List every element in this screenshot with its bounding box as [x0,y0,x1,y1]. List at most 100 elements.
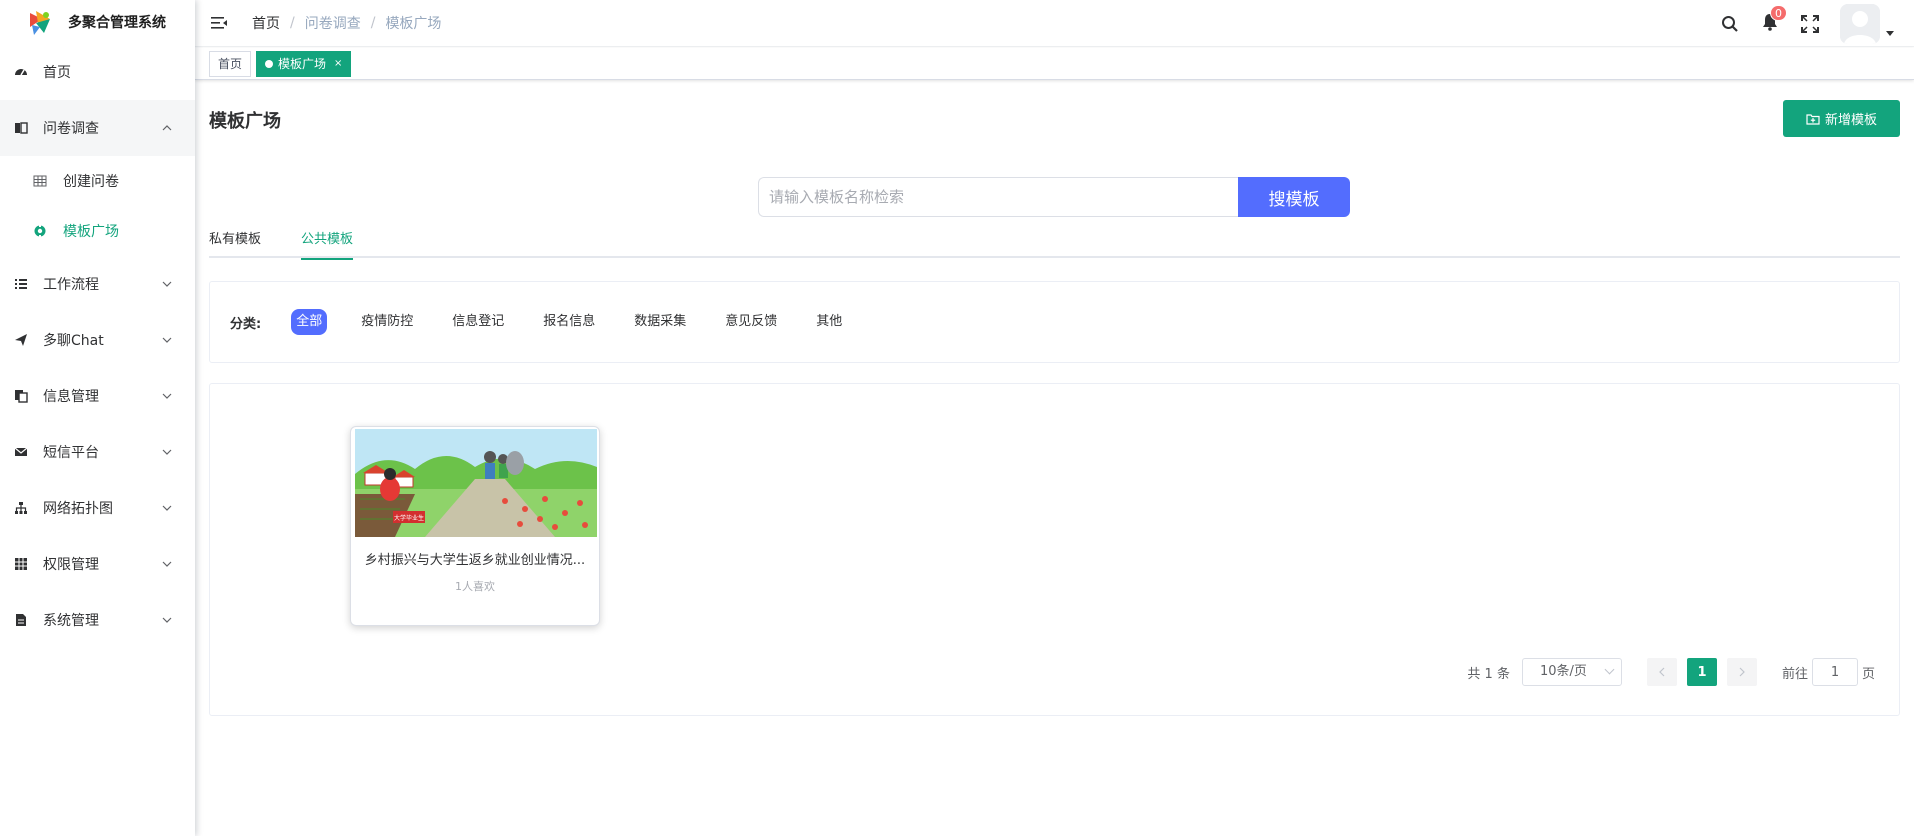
sidebar-item-label: 系统管理 [43,613,99,629]
survey-icon [13,120,29,136]
list-icon [13,276,29,292]
category-filter: 分类: 全部 疫情防控 信息登记 报名信息 数据采集 意见反馈 其他 [209,281,1900,363]
dashboard-icon [13,64,29,80]
logo-icon [26,7,56,37]
sidebar: 多聚合管理系统 首页 问卷调查 创建问卷 模板广场 工作流程 多聊Chat 信息… [0,0,195,836]
tab-public-templates[interactable]: 公共模板 [301,226,354,260]
add-template-button[interactable]: 新增模板 [1783,100,1900,137]
sidebar-item-label: 工作流程 [43,277,99,293]
avatar[interactable] [1840,3,1880,44]
tag-template-square[interactable]: 模板广场 × [256,50,352,77]
gear-icon [33,224,47,238]
chevron-right-icon [1739,667,1745,677]
template-list-panel: 大学毕业生 乡村振兴与大学生返乡就业创业情况... 1人喜欢 共 1 条 10条… [209,383,1900,716]
sidebar-item-workflow[interactable]: 工作流程 [0,256,195,312]
notification-bell[interactable]: 0 [1760,4,1787,34]
chevron-down-icon [161,502,173,514]
sidebar-item-create-survey[interactable]: 创建问卷 [0,156,195,206]
category-data-collection[interactable]: 数据采集 [629,309,691,335]
sidebar-item-label: 多聊Chat [43,333,104,349]
breadcrumb-separator: / [370,15,376,31]
breadcrumb-home[interactable]: 首页 [252,13,280,33]
sidebar-item-label: 首页 [43,65,71,81]
sidebar-item-label: 网络拓扑图 [43,501,113,517]
header-actions: 0 [1720,0,1914,47]
sidebar-item-label: 信息管理 [43,389,99,405]
page-size-select[interactable]: 10条/页 [1521,658,1622,686]
copy-icon [13,388,29,404]
sidebar-item-home[interactable]: 首页 [0,44,195,100]
sidebar-item-info-management[interactable]: 信息管理 [0,368,195,424]
page-title: 模板广场 [209,111,281,132]
template-thumbnail: 大学毕业生 [355,429,597,537]
sidebar-item-label: 创建问卷 [63,174,119,190]
send-icon [13,332,29,348]
tag-label: 模板广场 [278,56,327,71]
template-tabs: 私有模板 公共模板 [209,226,1900,260]
active-dot-icon [265,59,274,68]
sidebar-item-label: 问卷调查 [43,121,99,137]
page-number-current[interactable]: 1 [1686,658,1717,686]
tags-view: 首页 模板广场 × [195,48,1914,80]
mail-icon [13,444,29,460]
sidebar-item-label: 模板广场 [63,224,119,240]
grid-icon [13,556,29,572]
breadcrumb-survey: 问卷调查 [304,16,361,32]
sidebar-item-label: 短信平台 [43,445,99,461]
prev-page-button[interactable] [1646,658,1677,686]
pagination: 共 1 条 10条/页 1 前往 页 [1467,658,1875,686]
template-likes: 1人喜欢 [455,580,495,593]
app-title: 多聚合管理系统 [68,15,166,31]
sidebar-item-survey[interactable]: 问卷调查 [0,100,195,156]
sidebar-item-chat[interactable]: 多聊Chat [0,312,195,368]
chevron-down-icon [161,278,173,290]
logo[interactable]: 多聚合管理系统 [0,0,195,44]
category-signup[interactable]: 报名信息 [538,309,600,335]
chevron-up-icon [161,122,173,134]
template-name: 乡村振兴与大学生返乡就业创业情况... [364,553,586,568]
sidebar-item-label: 权限管理 [43,557,99,573]
chevron-down-icon [161,614,173,626]
chevron-down-icon [161,446,173,458]
search-button[interactable]: 搜模板 [1238,177,1350,217]
tag-home[interactable]: 首页 [209,50,252,77]
sidebar-item-topology[interactable]: 网络拓扑图 [0,480,195,536]
template-card[interactable]: 大学毕业生 乡村振兴与大学生返乡就业创业情况... 1人喜欢 [350,426,600,626]
thumbnail-text: 大学毕业生 [394,514,424,522]
notification-badge: 0 [1770,4,1787,21]
breadcrumb: 首页 / 问卷调查 / 模板广场 [252,13,441,33]
search-icon[interactable] [1720,14,1740,34]
search-input[interactable] [758,177,1238,217]
page-jumper: 前往 页 [1782,658,1875,686]
menu-toggle-icon[interactable] [210,14,228,32]
main-content: 模板广场 新增模板 搜模板 私有模板 公共模板 分类: 全部 疫情防控 信息登记… [195,81,1914,836]
close-icon[interactable]: × [334,52,342,76]
sidebar-menu: 首页 问卷调查 创建问卷 模板广场 工作流程 多聊Chat 信息管理 短信平台 … [0,44,195,648]
pagination-total: 共 1 条 [1467,666,1510,682]
sidebar-item-permissions[interactable]: 权限管理 [0,536,195,592]
chevron-down-icon [161,334,173,346]
chevron-down-icon [1604,664,1615,675]
table-icon [33,174,47,188]
category-all[interactable]: 全部 [291,309,328,335]
chevron-left-icon [1659,667,1665,677]
top-navbar: 首页 / 问卷调查 / 模板广场 0 [195,0,1914,47]
tree-icon [13,500,29,516]
goto-page-input[interactable] [1811,658,1858,686]
sidebar-item-sms[interactable]: 短信平台 [0,424,195,480]
category-other[interactable]: 其他 [811,309,847,335]
page-suffix-label: 页 [1861,666,1875,682]
page-size-value: 10条/页 [1539,664,1587,679]
fullscreen-icon[interactable] [1800,14,1820,34]
tab-private-templates[interactable]: 私有模板 [209,226,261,258]
template-search: 搜模板 [758,177,1350,217]
chevron-down-icon [161,558,173,570]
category-feedback[interactable]: 意见反馈 [720,309,782,335]
category-registration[interactable]: 信息登记 [447,309,509,335]
sidebar-item-system[interactable]: 系统管理 [0,592,195,648]
breadcrumb-separator: / [290,15,295,31]
category-epidemic[interactable]: 疫情防控 [356,309,418,335]
caret-down-icon[interactable] [1886,31,1894,36]
next-page-button[interactable] [1726,658,1757,686]
sidebar-item-template-square[interactable]: 模板广场 [0,206,195,256]
